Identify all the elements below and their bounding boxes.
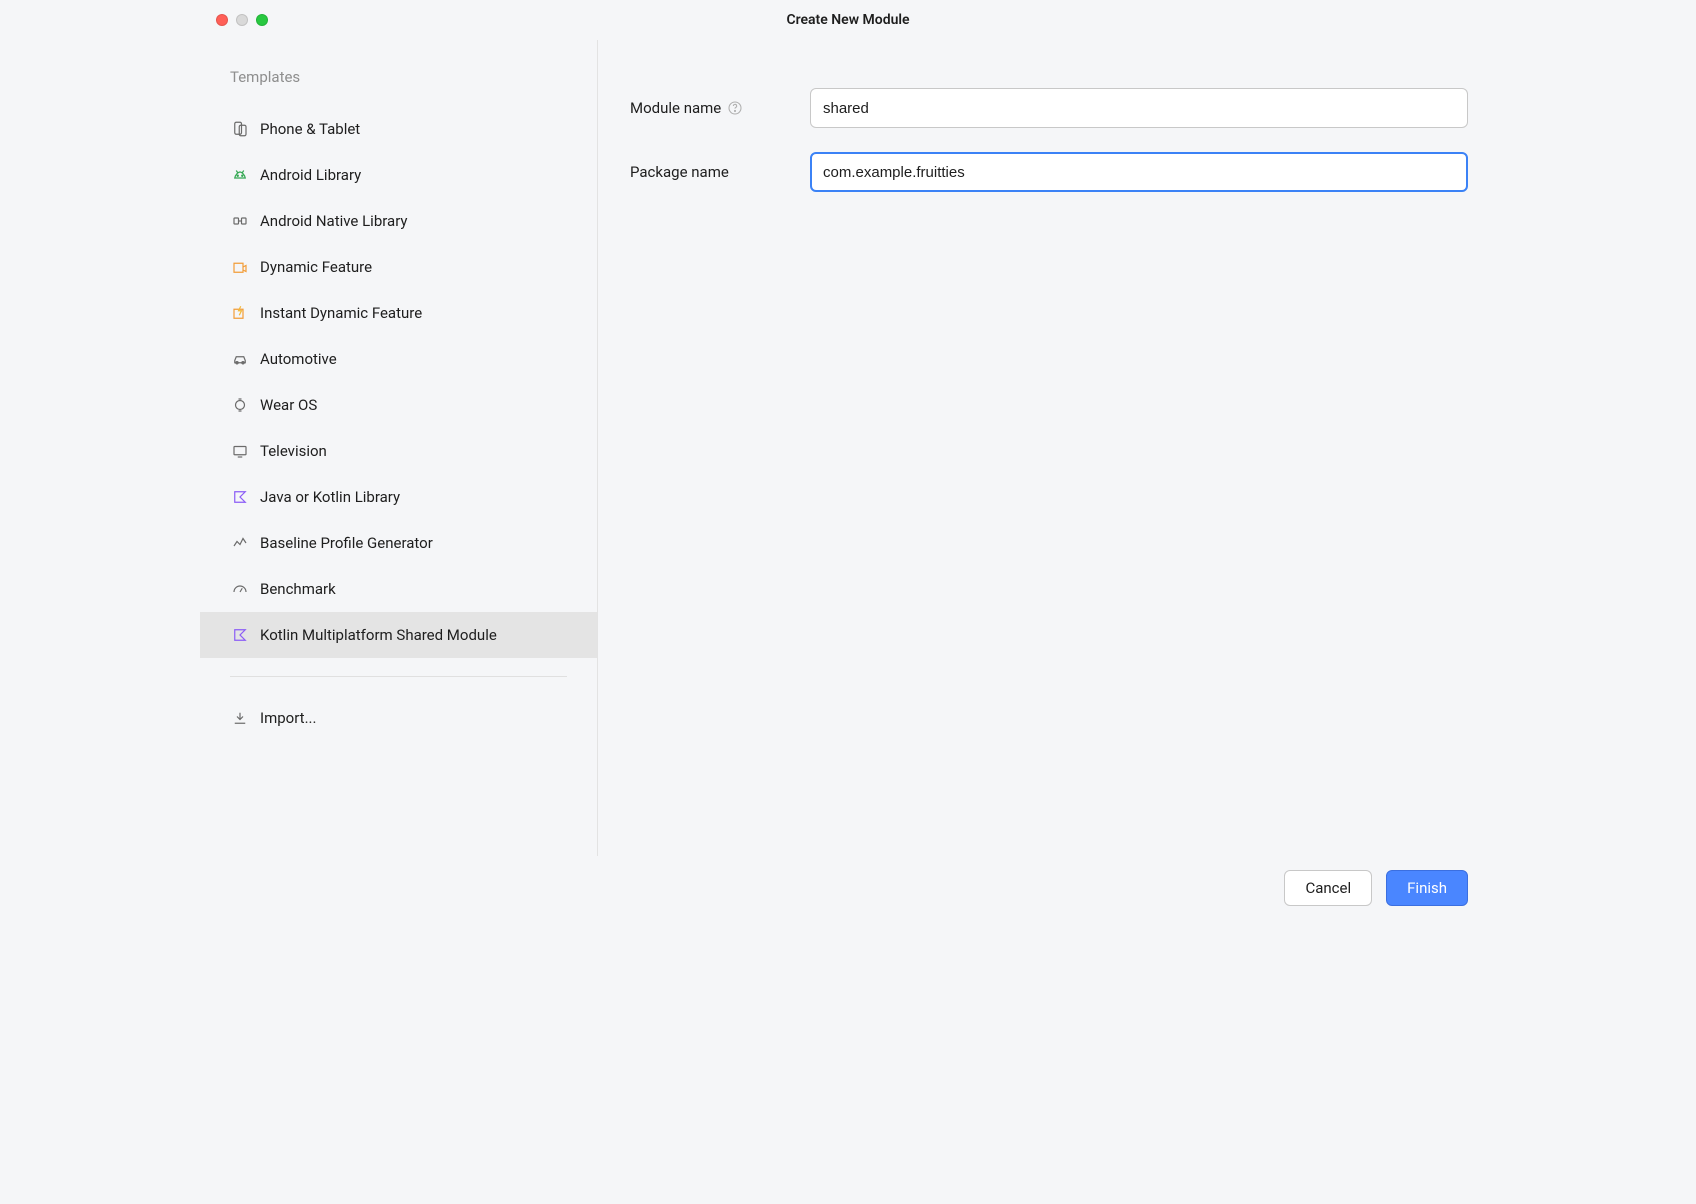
template-wear-os[interactable]: Wear OS [200,382,597,428]
module-name-label: Module name [630,99,721,117]
help-icon[interactable] [727,100,743,116]
package-name-input[interactable] [810,152,1468,192]
template-automotive[interactable]: Automotive [200,336,597,382]
main-panel: Module name Package name [598,40,1496,856]
dynamic-feature-icon [230,257,250,277]
instant-dynamic-feature-icon [230,303,250,323]
footer: Cancel Finish [200,856,1496,920]
template-list: Phone & Tablet Android Library [200,106,597,741]
template-instant-dynamic-feature[interactable]: Instant Dynamic Feature [200,290,597,336]
module-name-input[interactable] [810,88,1468,128]
titlebar: Create New Module [200,0,1496,40]
kotlin-library-icon [230,487,250,507]
template-benchmark[interactable]: Benchmark [200,566,597,612]
template-label: Wear OS [260,396,317,414]
maximize-window-button[interactable] [256,14,268,26]
template-label: Instant Dynamic Feature [260,304,422,322]
template-label: Benchmark [260,580,336,598]
finish-button[interactable]: Finish [1386,870,1468,906]
phone-tablet-icon [230,119,250,139]
content-area: Templates Phone & Tablet [200,40,1496,856]
template-label: Dynamic Feature [260,258,372,276]
wear-os-icon [230,395,250,415]
template-label: Baseline Profile Generator [260,534,433,552]
separator [230,676,567,677]
template-android-library[interactable]: Android Library [200,152,597,198]
television-icon [230,441,250,461]
template-label: Android Native Library [260,212,408,230]
sidebar: Templates Phone & Tablet [200,40,598,856]
automotive-icon [230,349,250,369]
module-name-label-wrap: Module name [630,99,798,117]
cancel-button[interactable]: Cancel [1284,870,1372,906]
package-name-row: Package name [630,152,1468,192]
kmp-module-icon [230,625,250,645]
minimize-window-button[interactable] [236,14,248,26]
template-label: Android Library [260,166,361,184]
cancel-label: Cancel [1305,879,1351,897]
dialog-window: Create New Module Templates Phone & Tabl… [200,0,1496,920]
close-window-button[interactable] [216,14,228,26]
template-phone-tablet[interactable]: Phone & Tablet [200,106,597,152]
template-label: Kotlin Multiplatform Shared Module [260,626,497,644]
package-name-label: Package name [630,163,729,181]
finish-label: Finish [1407,879,1447,897]
template-import[interactable]: Import... [200,695,597,741]
benchmark-icon [230,579,250,599]
template-dynamic-feature[interactable]: Dynamic Feature [200,244,597,290]
template-label: Java or Kotlin Library [260,488,400,506]
import-icon [230,708,250,728]
template-label: Phone & Tablet [260,120,360,138]
window-controls [200,14,268,26]
templates-heading: Templates [200,68,597,106]
template-label: Automotive [260,350,337,368]
import-label: Import... [260,709,316,727]
template-label: Television [260,442,327,460]
template-android-native-library[interactable]: Android Native Library [200,198,597,244]
template-television[interactable]: Television [200,428,597,474]
template-java-kotlin-library[interactable]: Java or Kotlin Library [200,474,597,520]
baseline-profile-icon [230,533,250,553]
module-name-row: Module name [630,88,1468,128]
window-title: Create New Module [200,12,1496,28]
template-kmp-shared-module[interactable]: Kotlin Multiplatform Shared Module [200,612,597,658]
native-library-icon [230,211,250,231]
package-name-label-wrap: Package name [630,163,798,181]
template-baseline-profile[interactable]: Baseline Profile Generator [200,520,597,566]
android-library-icon [230,165,250,185]
